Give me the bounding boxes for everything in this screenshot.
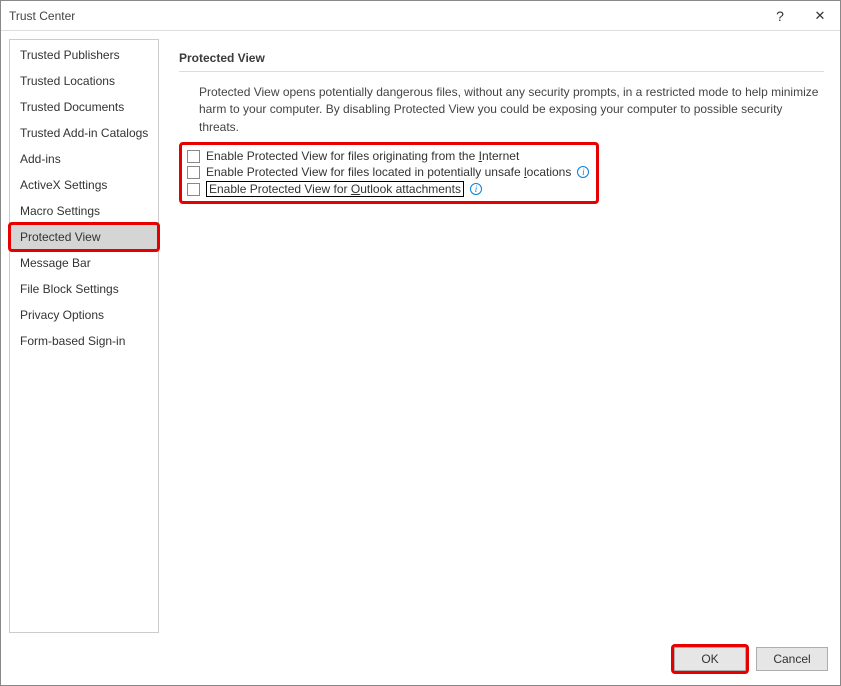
sidebar-item-label: Trusted Add-in Catalogs — [20, 126, 148, 140]
titlebar: Trust Center ? ✕ — [1, 1, 840, 31]
sidebar-item-label: ActiveX Settings — [20, 178, 107, 192]
group-title: Protected View — [179, 39, 824, 71]
info-icon[interactable]: i — [470, 183, 482, 195]
category-sidebar: Trusted Publishers Trusted Locations Trust… — [9, 39, 159, 633]
sidebar-item-label: Trusted Publishers — [20, 48, 120, 62]
sidebar-item-label: Add-ins — [20, 152, 61, 166]
sidebar-item-message-bar[interactable]: Message Bar — [10, 250, 158, 276]
sidebar-item-label: File Block Settings — [20, 282, 119, 296]
checkbox[interactable] — [187, 183, 200, 196]
sidebar-item-trusted-documents[interactable]: Trusted Documents — [10, 94, 158, 120]
sidebar-item-label: Macro Settings — [20, 204, 100, 218]
sidebar-item-form-based-sign-in[interactable]: Form-based Sign-in — [10, 328, 158, 354]
option-label[interactable]: Enable Protected View for files located … — [206, 165, 571, 179]
ok-button[interactable]: OK — [674, 647, 746, 671]
checkbox[interactable] — [187, 150, 200, 163]
close-button[interactable]: ✕ — [800, 1, 840, 31]
sidebar-item-trusted-locations[interactable]: Trusted Locations — [10, 68, 158, 94]
option-label[interactable]: Enable Protected View for Outlook attach… — [206, 181, 464, 197]
sidebar-item-label: Form-based Sign-in — [20, 334, 125, 348]
dialog-body: Trusted Publishers Trusted Locations Trust… — [1, 31, 840, 641]
protected-view-options: Enable Protected View for files originat… — [179, 142, 599, 204]
sidebar-item-label: Trusted Locations — [20, 74, 115, 88]
option-label[interactable]: Enable Protected View for files originat… — [206, 149, 519, 163]
sidebar-item-trusted-publishers[interactable]: Trusted Publishers — [10, 42, 158, 68]
ok-button-label: OK — [701, 652, 718, 666]
sidebar-item-label: Privacy Options — [20, 308, 104, 322]
sidebar-item-add-ins[interactable]: Add-ins — [10, 146, 158, 172]
option-row: Enable Protected View for files originat… — [187, 148, 589, 164]
option-row: Enable Protected View for Outlook attach… — [187, 180, 589, 198]
sidebar-item-file-block-settings[interactable]: File Block Settings — [10, 276, 158, 302]
sidebar-item-trusted-add-in-catalogs[interactable]: Trusted Add-in Catalogs — [10, 120, 158, 146]
sidebar-item-activex-settings[interactable]: ActiveX Settings — [10, 172, 158, 198]
cancel-button[interactable]: Cancel — [756, 647, 828, 671]
sidebar-item-label: Trusted Documents — [20, 100, 124, 114]
group-description: Protected View opens potentially dangero… — [179, 80, 824, 140]
sidebar-item-protected-view[interactable]: Protected View — [10, 224, 158, 250]
sidebar-item-label: Protected View — [20, 230, 101, 244]
cancel-button-label: Cancel — [773, 652, 810, 666]
checkbox[interactable] — [187, 166, 200, 179]
content-pane: Protected View Protected View opens pote… — [171, 39, 832, 633]
info-icon[interactable]: i — [577, 166, 589, 178]
sidebar-item-privacy-options[interactable]: Privacy Options — [10, 302, 158, 328]
window-title: Trust Center — [9, 9, 760, 23]
option-row: Enable Protected View for files located … — [187, 164, 589, 180]
divider — [179, 71, 824, 72]
sidebar-item-macro-settings[interactable]: Macro Settings — [10, 198, 158, 224]
dialog-footer: OK Cancel — [1, 641, 840, 685]
sidebar-item-label: Message Bar — [20, 256, 91, 270]
trust-center-dialog: Trust Center ? ✕ Trusted PublishersTrust… — [0, 0, 841, 686]
help-button[interactable]: ? — [760, 1, 800, 31]
